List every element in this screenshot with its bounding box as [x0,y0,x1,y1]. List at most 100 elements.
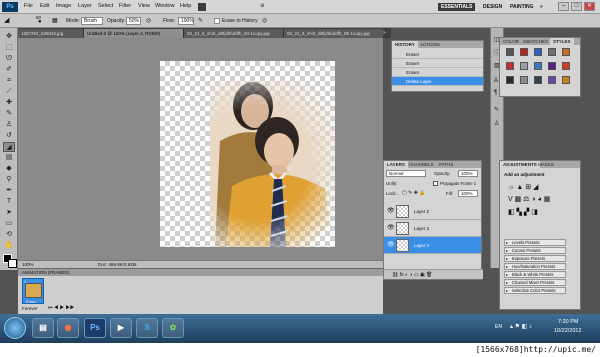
workspace-essentials[interactable]: ESSENTIALS [438,3,476,11]
propagate-checkbox[interactable] [433,181,438,186]
blur-tool-icon[interactable]: ◆ [3,164,15,174]
healing-tool-icon[interactable]: ✚ [3,98,15,108]
workspace-more[interactable]: » [537,3,546,11]
playback-controls-icon[interactable]: ⏮ ◀ ▶ ▶▶ [48,305,75,311]
tab-document-4[interactable]: 02_21_6_shirt_d8fyfbfufdfh_05-1copy.jpg [284,29,384,38]
visibility-eye-icon[interactable]: 👁 [387,208,395,215]
adjustment-icons-row-3[interactable]: ◧ ▚ ▞ ◨ [508,208,538,216]
style-swatch[interactable] [520,48,528,56]
tab-color[interactable]: COLOR [500,38,522,45]
chat-icon[interactable]: ✿ [162,318,184,338]
opacity-input[interactable]: 50% [126,17,141,25]
clone-source-icon[interactable]: ♙ [494,120,499,127]
doc-size[interactable]: Doc: 468.8K/2.62M [98,262,137,267]
browser-icon[interactable]: ◉ [57,318,79,338]
workspace-painting[interactable]: PAINTING [507,3,537,11]
paragraph-icon[interactable]: ¶ [494,90,497,96]
lock-icons[interactable]: ▢ ✎ ✥ 🔒 [402,190,426,196]
dodge-tool-icon[interactable]: ⚲ [3,175,15,185]
hand-tool-icon[interactable]: ✋ [3,241,15,251]
style-swatch[interactable] [506,62,514,70]
brush-tool-icon[interactable]: ✎ [3,109,15,119]
media-player-icon[interactable]: ▶ [110,318,132,338]
style-swatch[interactable] [534,76,542,84]
tab-document-3[interactable]: 02_21_6_shirt_d8fyfbfufdfh_04-1copy.jpg [184,29,284,38]
menu-file[interactable]: File [24,3,33,9]
clock-date[interactable]: 10/22/2012 [554,328,582,334]
style-swatch[interactable] [520,76,528,84]
airbrush-icon[interactable]: ✎ [198,17,203,24]
gradient-tool-icon[interactable]: ▤ [3,153,15,163]
frame-1[interactable]: 1 0 sec. [22,278,44,304]
history-item[interactable]: Eraser [392,59,483,68]
layer-opacity-input[interactable]: 100% [458,170,478,177]
eyedropper-tool-icon[interactable]: ⟋ [3,87,15,97]
brush-panel-icon[interactable]: ▦ [52,17,58,24]
3d-tool-icon[interactable]: ⟲ [3,230,15,240]
brush-presets-icon[interactable]: ✎ [494,106,499,113]
lasso-tool-icon[interactable]: ᘎ [3,54,15,64]
stamp-tool-icon[interactable]: ♙ [3,120,15,130]
crop-tool-icon[interactable]: ⌗ [3,76,15,86]
preset-hue-saturation[interactable]: Hue/Saturation Presets [504,263,566,270]
preset-channel-mixer[interactable]: Channel Mixer Presets [504,279,566,286]
zoom-level-icon[interactable]: ⊕ [260,3,265,9]
brush-preview-icon[interactable]: ● [38,19,42,25]
preset-black-white[interactable]: Black & White Presets [504,271,566,278]
skype-icon[interactable]: S [136,318,158,338]
layer-row[interactable]: 👁 Layer 3 [384,220,481,237]
style-swatch[interactable] [562,62,570,70]
tray-icons[interactable]: ▴ ⚑ ◧ ♪ [510,323,532,330]
history-item-selected[interactable]: Delete Layer [392,77,483,86]
close-button[interactable]: ✕ [584,2,595,11]
tab-swatches[interactable]: SWATCHES [520,38,551,45]
layer-row[interactable]: 👁 Layer 2 [384,203,481,220]
menu-select[interactable]: Select [98,3,113,9]
menu-filter[interactable]: Filter [119,3,131,9]
eraser-tool-icon[interactable]: ◢ [4,16,9,24]
zoom-level[interactable]: 100% [22,262,34,267]
preset-curves[interactable]: Curves Presets [504,247,566,254]
menu-image[interactable]: Image [56,3,71,9]
style-swatch[interactable] [506,48,514,56]
tab-adjustments[interactable]: ADJUSTMENTS [500,161,540,168]
marquee-tool-icon[interactable]: ⬚ [3,43,15,53]
layer-row-selected[interactable]: 👁 Layer 4 [384,237,481,254]
history-brush-tool-icon[interactable]: ↺ [3,131,15,141]
blend-mode-select[interactable]: Normal [386,170,426,177]
menu-window[interactable]: Window [155,3,175,9]
maximize-button[interactable]: □ [571,2,582,11]
style-swatch[interactable] [562,48,570,56]
start-button[interactable] [4,317,26,339]
tab-paths[interactable]: PATHS [436,161,456,168]
explorer-icon[interactable]: ▤ [32,318,54,338]
tab-actions[interactable]: ACTIONS [417,41,443,48]
type-tool-icon[interactable]: T [3,197,15,207]
adjustment-icons-row-1[interactable]: ☼ ▲ ⊞ ◢ [508,183,538,191]
shape-tool-icon[interactable]: ▭ [3,219,15,229]
flow-input[interactable]: 100% [178,17,194,25]
tablet-pressure-icon[interactable]: ◎ [146,17,151,24]
tab-document-1[interactable]: 1287292_525042.jpg [18,29,84,38]
fill-input[interactable]: 100% [458,190,478,197]
preset-exposure[interactable]: Exposure Presets [504,255,566,262]
path-select-tool-icon[interactable]: ➤ [3,208,15,218]
menu-edit[interactable]: Edit [40,3,49,9]
mode-select[interactable]: Brush [81,17,103,25]
canvas[interactable] [160,61,335,247]
tab-masks[interactable]: MASKS [535,161,557,168]
style-swatch[interactable] [548,62,556,70]
more-tabs-icon[interactable]: » [383,28,391,38]
tab-styles[interactable]: STYLES [550,38,574,45]
style-swatch[interactable] [562,76,570,84]
photoshop-taskbar-icon[interactable]: Ps [84,318,106,338]
style-swatch[interactable] [520,62,528,70]
minimize-button[interactable]: – [558,2,569,11]
pen-tool-icon[interactable]: ✒ [3,186,15,196]
style-swatch[interactable] [548,48,556,56]
menu-view[interactable]: View [138,3,150,9]
layer-actions-bar[interactable]: ⛓ fx ◐ ◑ ▭ ▣ 🗑 [384,269,483,279]
language-indicator[interactable]: EN [495,324,502,330]
loop-select[interactable]: Forever [22,306,38,311]
visibility-eye-icon[interactable]: 👁 [387,242,395,249]
